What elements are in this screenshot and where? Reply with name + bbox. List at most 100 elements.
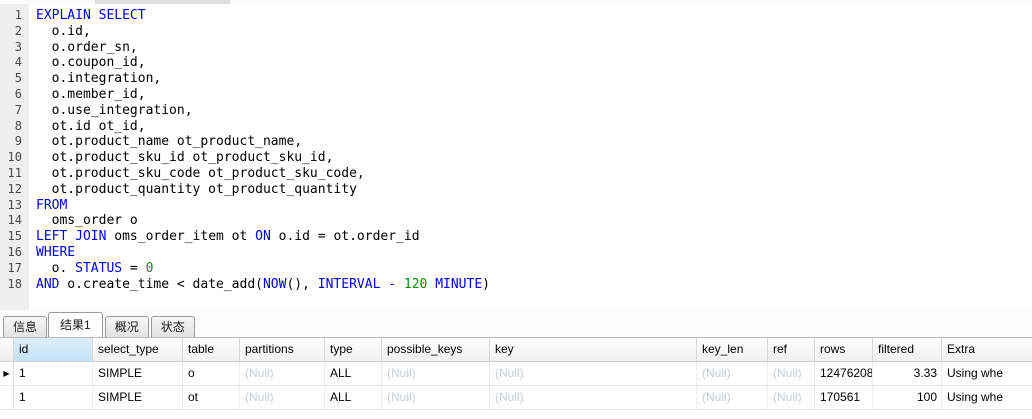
line-number: 15 xyxy=(0,229,29,245)
sql-code-text: ot.product_name ot_product_name, xyxy=(29,134,1032,150)
sql-code-text: ot.product_sku_code ot_product_sku_code, xyxy=(29,166,1032,182)
line-number: 1 xyxy=(0,8,29,24)
sql-line: 12 ot.product_quantity ot_product_quanti… xyxy=(0,182,1032,198)
line-number: 5 xyxy=(0,71,29,87)
column-header-key[interactable]: key xyxy=(490,338,697,361)
sql-code-text: o.id, xyxy=(29,24,1032,40)
grid-cell-table[interactable]: o xyxy=(183,362,240,385)
sql-line: 1EXPLAIN SELECT xyxy=(0,8,1032,24)
grid-header-row: idselect_typetablepartitionstypepossible… xyxy=(0,338,1032,362)
sql-code-text: o.member_id, xyxy=(29,87,1032,103)
line-number: 12 xyxy=(0,182,29,198)
sql-code-text: ot.product_quantity ot_product_quantity xyxy=(29,182,1032,198)
grid-cell-type[interactable]: ALL xyxy=(325,386,382,409)
grid-cell-key_len[interactable]: (Null) xyxy=(697,386,768,409)
grid-cell-ref[interactable]: (Null) xyxy=(768,362,815,385)
column-header-ref[interactable]: ref xyxy=(768,338,815,361)
sql-code-text: ot.product_sku_id ot_product_sku_id, xyxy=(29,150,1032,166)
grid-body: ▶1SIMPLEo(Null)ALL(Null)(Null)(Null)(Nul… xyxy=(0,362,1032,410)
line-number: 14 xyxy=(0,213,29,229)
grid-cell-Extra[interactable]: Using whe xyxy=(942,362,1032,385)
column-header-select_type[interactable]: select_type xyxy=(93,338,183,361)
result-tab-2[interactable]: 结果1 xyxy=(48,312,103,337)
grid-cell-partitions[interactable]: (Null) xyxy=(240,386,325,409)
sql-code-text: oms_order o xyxy=(29,213,1032,229)
grid-cell-table[interactable]: ot xyxy=(183,386,240,409)
sql-code-text: AND o.create_time < date_add(NOW(), INTE… xyxy=(29,277,1032,293)
row-selector-cell[interactable] xyxy=(0,386,14,409)
line-number: 13 xyxy=(0,198,29,214)
grid-cell-type[interactable]: ALL xyxy=(325,362,382,385)
sql-line: 18AND o.create_time < date_add(NOW(), IN… xyxy=(0,277,1032,293)
sql-code-text: o.order_sn, xyxy=(29,40,1032,56)
sql-lines: 1EXPLAIN SELECT2 o.id,3 o.order_sn,4 o.c… xyxy=(0,8,1032,292)
result-tab-bar: 信息结果1概况状态 xyxy=(0,310,1032,337)
sql-line: 7 o.use_integration, xyxy=(0,103,1032,119)
line-number: 10 xyxy=(0,150,29,166)
grid-cell-select_type[interactable]: SIMPLE xyxy=(93,362,183,385)
line-number: 4 xyxy=(0,55,29,71)
grid-cell-key_len[interactable]: (Null) xyxy=(697,362,768,385)
sql-editor[interactable]: 1EXPLAIN SELECT2 o.id,3 o.order_sn,4 o.c… xyxy=(0,4,1032,311)
column-header-Extra[interactable]: Extra xyxy=(942,338,1032,361)
sql-line: 16WHERE xyxy=(0,245,1032,261)
line-number: 8 xyxy=(0,119,29,135)
sql-code-text: o.integration, xyxy=(29,71,1032,87)
grid-cell-rows[interactable]: 170561 xyxy=(815,386,873,409)
grid-cell-filtered[interactable]: 100 xyxy=(873,386,942,409)
sql-code-text: LEFT JOIN oms_order_item ot ON o.id = ot… xyxy=(29,229,1032,245)
table-row[interactable]: ▶1SIMPLEo(Null)ALL(Null)(Null)(Null)(Nul… xyxy=(0,362,1032,386)
sql-code-text: o.coupon_id, xyxy=(29,55,1032,71)
table-row[interactable]: 1SIMPLEot(Null)ALL(Null)(Null)(Null)(Nul… xyxy=(0,386,1032,410)
grid-cell-ref[interactable]: (Null) xyxy=(768,386,815,409)
grid-cell-id[interactable]: 1 xyxy=(14,386,93,409)
sql-code-text: EXPLAIN SELECT xyxy=(29,8,1032,24)
line-number: 18 xyxy=(0,277,29,293)
line-number: 2 xyxy=(0,24,29,40)
grid-cell-possible_keys[interactable]: (Null) xyxy=(382,386,490,409)
line-number: 9 xyxy=(0,134,29,150)
grid-cell-key[interactable]: (Null) xyxy=(490,386,697,409)
sql-line: 2 o.id, xyxy=(0,24,1032,40)
sql-line: 10 ot.product_sku_id ot_product_sku_id, xyxy=(0,150,1032,166)
result-tab-1[interactable]: 信息 xyxy=(3,316,47,337)
grid-cell-rows[interactable]: 12476208 xyxy=(815,362,873,385)
grid-cell-possible_keys[interactable]: (Null) xyxy=(382,362,490,385)
grid-cell-partitions[interactable]: (Null) xyxy=(240,362,325,385)
sql-client-window: 1EXPLAIN SELECT2 o.id,3 o.order_sn,4 o.c… xyxy=(0,0,1032,419)
grid-cell-filtered[interactable]: 3.33 xyxy=(873,362,942,385)
line-number: 16 xyxy=(0,245,29,261)
sql-line: 13FROM xyxy=(0,198,1032,214)
result-tab-3[interactable]: 概况 xyxy=(105,316,149,337)
explain-result-grid: idselect_typetablepartitionstypepossible… xyxy=(0,337,1032,419)
column-header-partitions[interactable]: partitions xyxy=(240,338,325,361)
column-header-table[interactable]: table xyxy=(183,338,240,361)
sql-line: 17 o. STATUS = 0 xyxy=(0,261,1032,277)
sql-code-text: ot.id ot_id, xyxy=(29,119,1032,135)
sql-code-text: o.use_integration, xyxy=(29,103,1032,119)
column-header-id[interactable]: id xyxy=(14,338,93,361)
row-selector-header[interactable] xyxy=(0,338,14,361)
column-header-key_len[interactable]: key_len xyxy=(697,338,768,361)
sql-line: 9 ot.product_name ot_product_name, xyxy=(0,134,1032,150)
grid-cell-key[interactable]: (Null) xyxy=(490,362,697,385)
sql-line: 3 o.order_sn, xyxy=(0,40,1032,56)
column-header-possible_keys[interactable]: possible_keys xyxy=(382,338,490,361)
row-selector-cell[interactable]: ▶ xyxy=(0,362,14,385)
column-header-filtered[interactable]: filtered xyxy=(873,338,942,361)
sql-line: 15LEFT JOIN oms_order_item ot ON o.id = … xyxy=(0,229,1032,245)
grid-cell-select_type[interactable]: SIMPLE xyxy=(93,386,183,409)
sql-line: 6 o.member_id, xyxy=(0,87,1032,103)
sql-line: 8 ot.id ot_id, xyxy=(0,119,1032,135)
grid-cell-Extra[interactable]: Using whe xyxy=(942,386,1032,409)
sql-line: 5 o.integration, xyxy=(0,71,1032,87)
line-number: 7 xyxy=(0,103,29,119)
column-header-rows[interactable]: rows xyxy=(815,338,873,361)
column-header-type[interactable]: type xyxy=(325,338,382,361)
line-number: 17 xyxy=(0,261,29,277)
line-number: 6 xyxy=(0,87,29,103)
line-number: 11 xyxy=(0,166,29,182)
sql-code-text: WHERE xyxy=(29,245,1032,261)
grid-cell-id[interactable]: 1 xyxy=(14,362,93,385)
result-tab-4[interactable]: 状态 xyxy=(151,316,195,337)
